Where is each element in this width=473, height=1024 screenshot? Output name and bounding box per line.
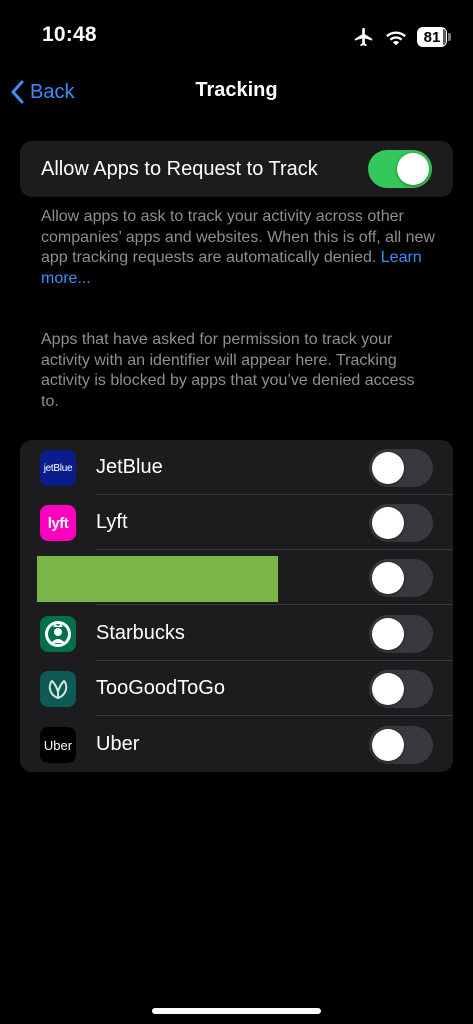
apps-description: Apps that have asked for permission to t… [41,331,415,410]
list-item-uber: Uber Uber [20,717,453,772]
starbucks-tracking-toggle[interactable] [369,615,433,653]
redacted-app-tracking-toggle[interactable] [369,559,433,597]
status-time: 10:48 [42,23,97,46]
allow-tracking-toggle[interactable] [368,150,432,188]
home-indicator[interactable] [152,1008,321,1014]
app-name: JetBlue [96,456,163,478]
toggle-knob [372,729,404,761]
toggle-knob [372,673,404,705]
toggle-knob [372,562,404,594]
lyft-icon-text: lyft [47,514,69,532]
app-name: Lyft [96,511,128,533]
wifi-icon [386,31,406,46]
allow-tracking-description-text: Allow apps to ask to track your activity… [41,208,435,266]
airplane-icon [354,27,373,47]
app-name: Starbucks [96,622,185,644]
leaf-logo [48,680,68,699]
page-title: Tracking [195,79,278,101]
toggle-knob [372,452,404,484]
uber-icon-text: Uber [43,737,73,753]
list-item-starbucks: Starbucks [20,606,453,661]
jetblue-icon: jetBlue [40,450,76,486]
lyft-tracking-toggle[interactable] [369,504,433,542]
jetblue-icon-text: jetBlue [43,462,73,474]
siren-logo [45,621,71,647]
lyft-icon: lyft [40,505,76,541]
divider [96,715,453,716]
app-name: TooGoodToGo [96,677,225,699]
allow-tracking-card: Allow Apps to Request to Track [20,141,453,197]
redacted-app-block [37,556,278,602]
list-item-lyft: lyft Lyft [20,495,453,550]
jetblue-tracking-toggle[interactable] [369,449,433,487]
battery-icon: 81 [417,27,451,47]
allow-tracking-label: Allow Apps to Request to Track [41,158,318,180]
toogoodtogo-leaf-icon [40,671,76,707]
toggle-knob [372,618,404,650]
list-item-toogoodtogo: TooGoodToGo [20,661,453,716]
allow-tracking-description: Allow apps to ask to track your activity… [41,207,436,289]
toogoodtogo-tracking-toggle[interactable] [369,670,433,708]
list-item-jetblue: jetBlue JetBlue [20,440,453,495]
toggle-knob [397,153,429,185]
uber-icon: Uber [40,727,76,763]
status-icons: 81 [353,24,451,50]
starbucks-siren-icon [40,616,76,652]
app-name: Uber [96,733,140,755]
toggle-knob [372,507,404,539]
divider [96,604,453,605]
uber-tracking-toggle[interactable] [369,726,433,764]
apps-list: jetBlue JetBlue lyft Lyft Starbucks TooG… [20,440,453,772]
